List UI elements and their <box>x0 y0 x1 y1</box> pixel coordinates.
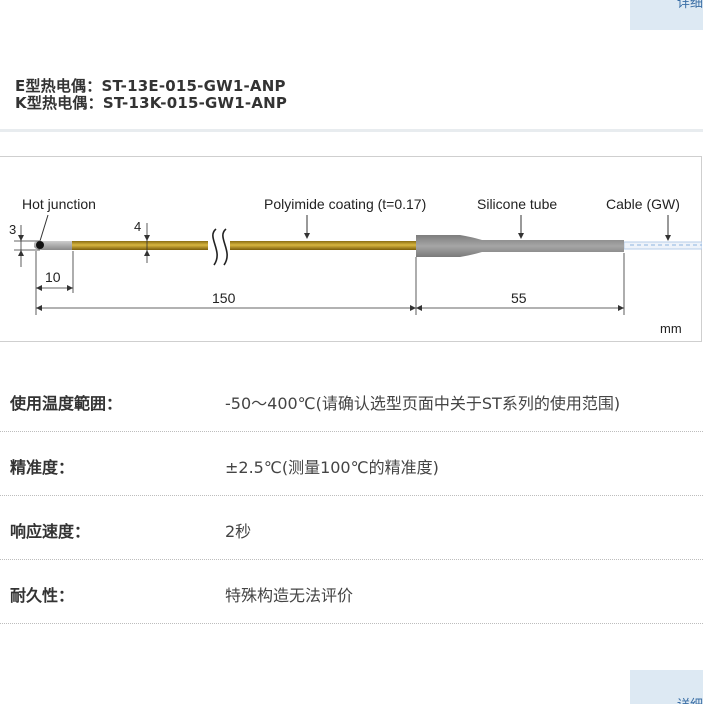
spec-label: 使用温度範囲： <box>10 394 123 413</box>
model-e: E型热电偶：ST-13E-015-GW1-ANP <box>15 77 286 95</box>
cable-arrowhead <box>665 235 671 241</box>
dim-3-arrow-bottom <box>18 250 24 256</box>
label-coating: Polyimide coating (t=0.17) <box>264 196 426 212</box>
probe-diagram-svg: Hot junction Polyimide coating (t=0.17) … <box>9 196 702 336</box>
spec-label: 耐久性： <box>10 586 75 605</box>
dim-150-arrow-left <box>36 305 42 311</box>
dim-150-label: 150 <box>212 290 236 306</box>
spec-row-durability: 耐久性： 特殊构造无法评价 <box>0 560 703 624</box>
dim-55-arrow-right <box>618 305 624 311</box>
spec-label: 精准度： <box>10 458 75 477</box>
section-divider <box>0 129 703 132</box>
dim-3-label: 3 <box>9 222 16 237</box>
spec-row-accuracy: 精准度： ±2.5℃(测量100℃的精准度) <box>0 432 703 496</box>
dim-4-arrow-top <box>144 235 150 241</box>
dim-10-arrow-right <box>67 285 73 291</box>
spec-table: 使用温度範囲： -50～400℃(请确认选型页面中关于ST系列的使用范围) 精准… <box>0 368 703 624</box>
label-unit: mm <box>660 321 682 336</box>
coating-arrowhead <box>304 233 310 239</box>
dim-4-label: 4 <box>134 219 141 234</box>
hot-junction-pointer <box>39 214 49 242</box>
dim-3-arrow-top <box>18 235 24 241</box>
hot-junction-dot <box>36 241 44 249</box>
dim-4-arrow-bottom <box>144 250 150 256</box>
detail-button-label: 详细 <box>676 0 703 11</box>
spec-row-temperature: 使用温度範囲： -50～400℃(请确认选型页面中关于ST系列的使用范围) <box>0 368 703 432</box>
spec-value: -50～400℃(请确认选型页面中关于ST系列的使用范围) <box>225 394 621 413</box>
model-numbers: E型热电偶：ST-13E-015-GW1-ANP K型热电偶：ST-13K-01… <box>15 78 287 112</box>
spec-value: 2秒 <box>225 522 252 541</box>
cable-body <box>623 241 702 250</box>
label-hot-junction: Hot junction <box>22 196 96 212</box>
dim-150-arrow-right <box>410 305 416 311</box>
model-k: K型热电偶：ST-13K-015-GW1-ANP <box>15 94 288 112</box>
spec-row-response: 响应速度： 2秒 <box>0 496 703 560</box>
dim-55-label: 55 <box>511 290 527 306</box>
label-silicone-tube: Silicone tube <box>477 196 557 212</box>
detail-button-bottom[interactable]: 详细 <box>630 670 703 704</box>
dim-10-label: 10 <box>45 269 61 285</box>
spec-value: 特殊构造无法评价 <box>225 586 354 605</box>
probe-diagram: Hot junction Polyimide coating (t=0.17) … <box>0 156 702 342</box>
silicone-arrowhead <box>518 233 524 239</box>
detail-button-top[interactable]: 详细 <box>630 0 703 30</box>
spec-label: 响应速度： <box>10 522 91 541</box>
dim-10-arrow-left <box>36 285 42 291</box>
dim-55-arrow-left <box>416 305 422 311</box>
label-cable: Cable (GW) <box>606 196 680 212</box>
silicone-tube-body <box>416 235 624 257</box>
detail-button-label: 详细 <box>677 694 703 704</box>
spec-value: ±2.5℃(测量100℃的精准度) <box>225 458 439 477</box>
